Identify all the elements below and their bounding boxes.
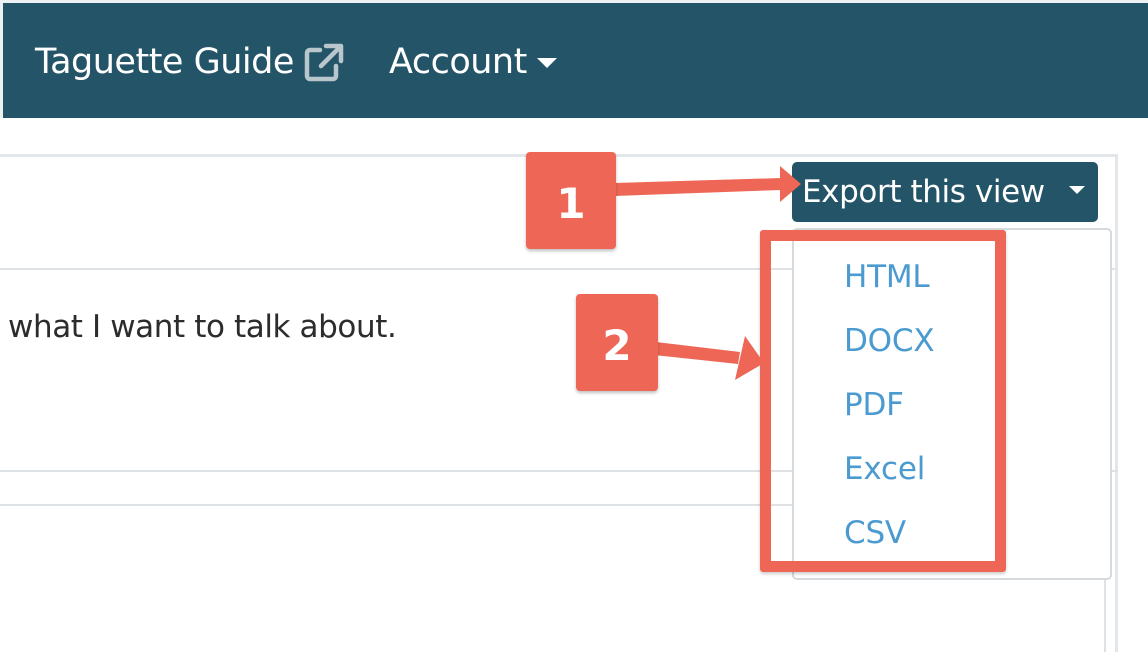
step-1-callout: 1 — [526, 152, 616, 249]
account-menu-toggle[interactable]: Account — [389, 39, 557, 85]
caret-down-icon — [536, 58, 557, 68]
export-view-label: Export this view — [802, 174, 1045, 210]
top-navbar: Taguette Guide Account — [0, 0, 1148, 118]
account-label: Account — [389, 42, 527, 82]
caret-down-icon — [1069, 186, 1085, 194]
document-text: what I want to talk about. — [8, 309, 397, 345]
step-2-callout: 2 — [576, 294, 658, 391]
export-view-button[interactable]: Export this view — [792, 162, 1098, 222]
screenshot: Taguette Guide Account what I want to ta… — [0, 0, 1148, 652]
taguette-guide-link[interactable]: Taguette Guide — [35, 39, 344, 85]
external-link-icon — [304, 42, 344, 82]
highlight-box — [760, 230, 1006, 572]
taguette-guide-label: Taguette Guide — [35, 42, 294, 82]
